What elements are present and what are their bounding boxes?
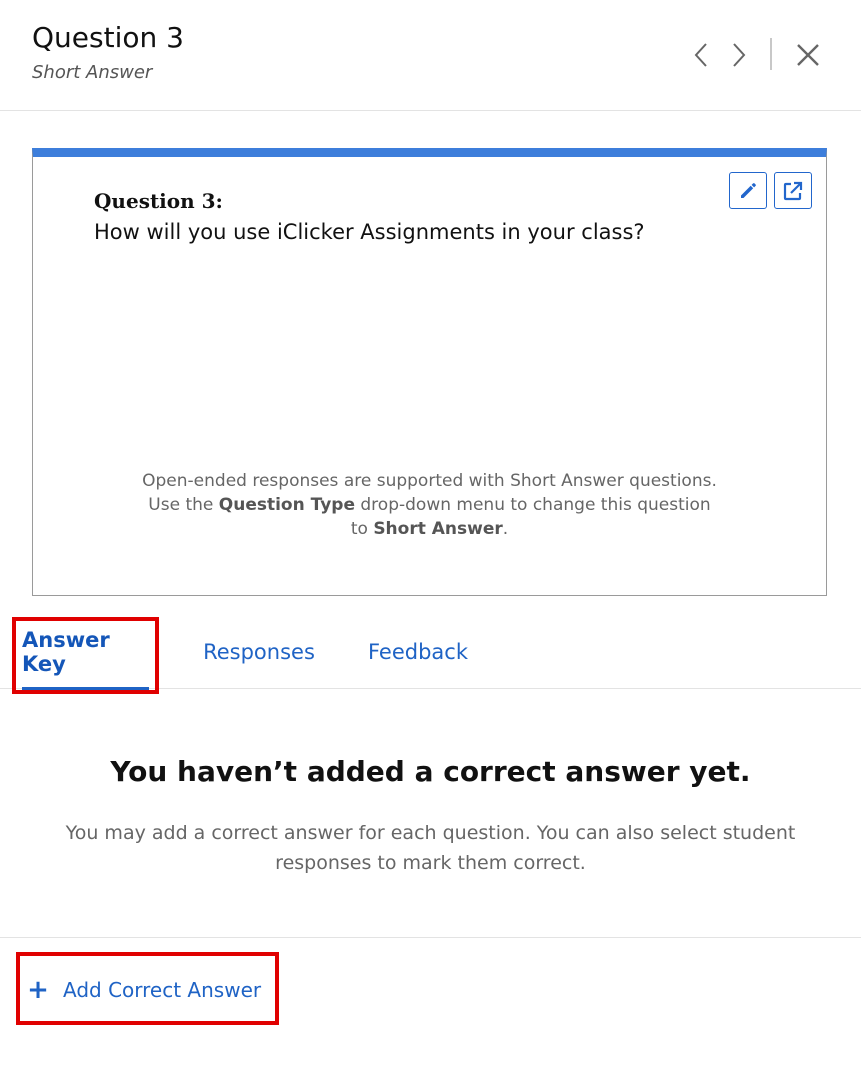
tab-answer-key[interactable]: Answer Key (22, 615, 149, 691)
open-in-new-window-button[interactable] (774, 172, 812, 209)
next-question-button[interactable] (724, 38, 754, 72)
empty-state-title: You haven’t added a correct answer yet. (110, 755, 751, 788)
external-link-icon (783, 181, 803, 200)
page-title: Question 3 (32, 21, 184, 54)
header-divider (770, 38, 772, 70)
note-line-1: Open-ended responses are supported with … (142, 471, 717, 491)
question-preview: Question 3: How will you use iClicker As… (32, 148, 827, 596)
footer-divider (0, 937, 861, 938)
add-correct-answer-label: Add Correct Answer (63, 978, 262, 1002)
chevron-right-icon (733, 43, 746, 67)
previous-question-button[interactable] (686, 38, 716, 72)
close-button[interactable] (791, 38, 825, 72)
tab-feedback[interactable]: Feedback (368, 615, 468, 688)
question-type-subtitle: Short Answer (32, 62, 153, 83)
question-label: Question 3: (94, 189, 223, 213)
note-line-2: Use the Question Type drop-down menu to … (148, 495, 711, 515)
plus-icon: + (27, 975, 49, 1005)
panel-header: Question 3 Short Answer (0, 0, 861, 111)
note-line-3: to Short Answer. (350, 519, 509, 539)
pencil-icon (741, 182, 756, 198)
question-type-note: Open-ended responses are supported with … (33, 469, 826, 541)
close-icon (797, 44, 819, 66)
chevron-left-icon (694, 43, 707, 67)
tab-responses[interactable]: Responses (203, 615, 315, 688)
add-correct-answer-button[interactable]: + Add Correct Answer (24, 967, 261, 1013)
question-text: How will you use iClicker Assignments in… (94, 220, 645, 244)
tab-bar: Answer Key Responses Feedback (0, 615, 861, 691)
edit-question-button[interactable] (729, 172, 767, 209)
empty-state-description: You may add a correct answer for each qu… (65, 822, 796, 874)
